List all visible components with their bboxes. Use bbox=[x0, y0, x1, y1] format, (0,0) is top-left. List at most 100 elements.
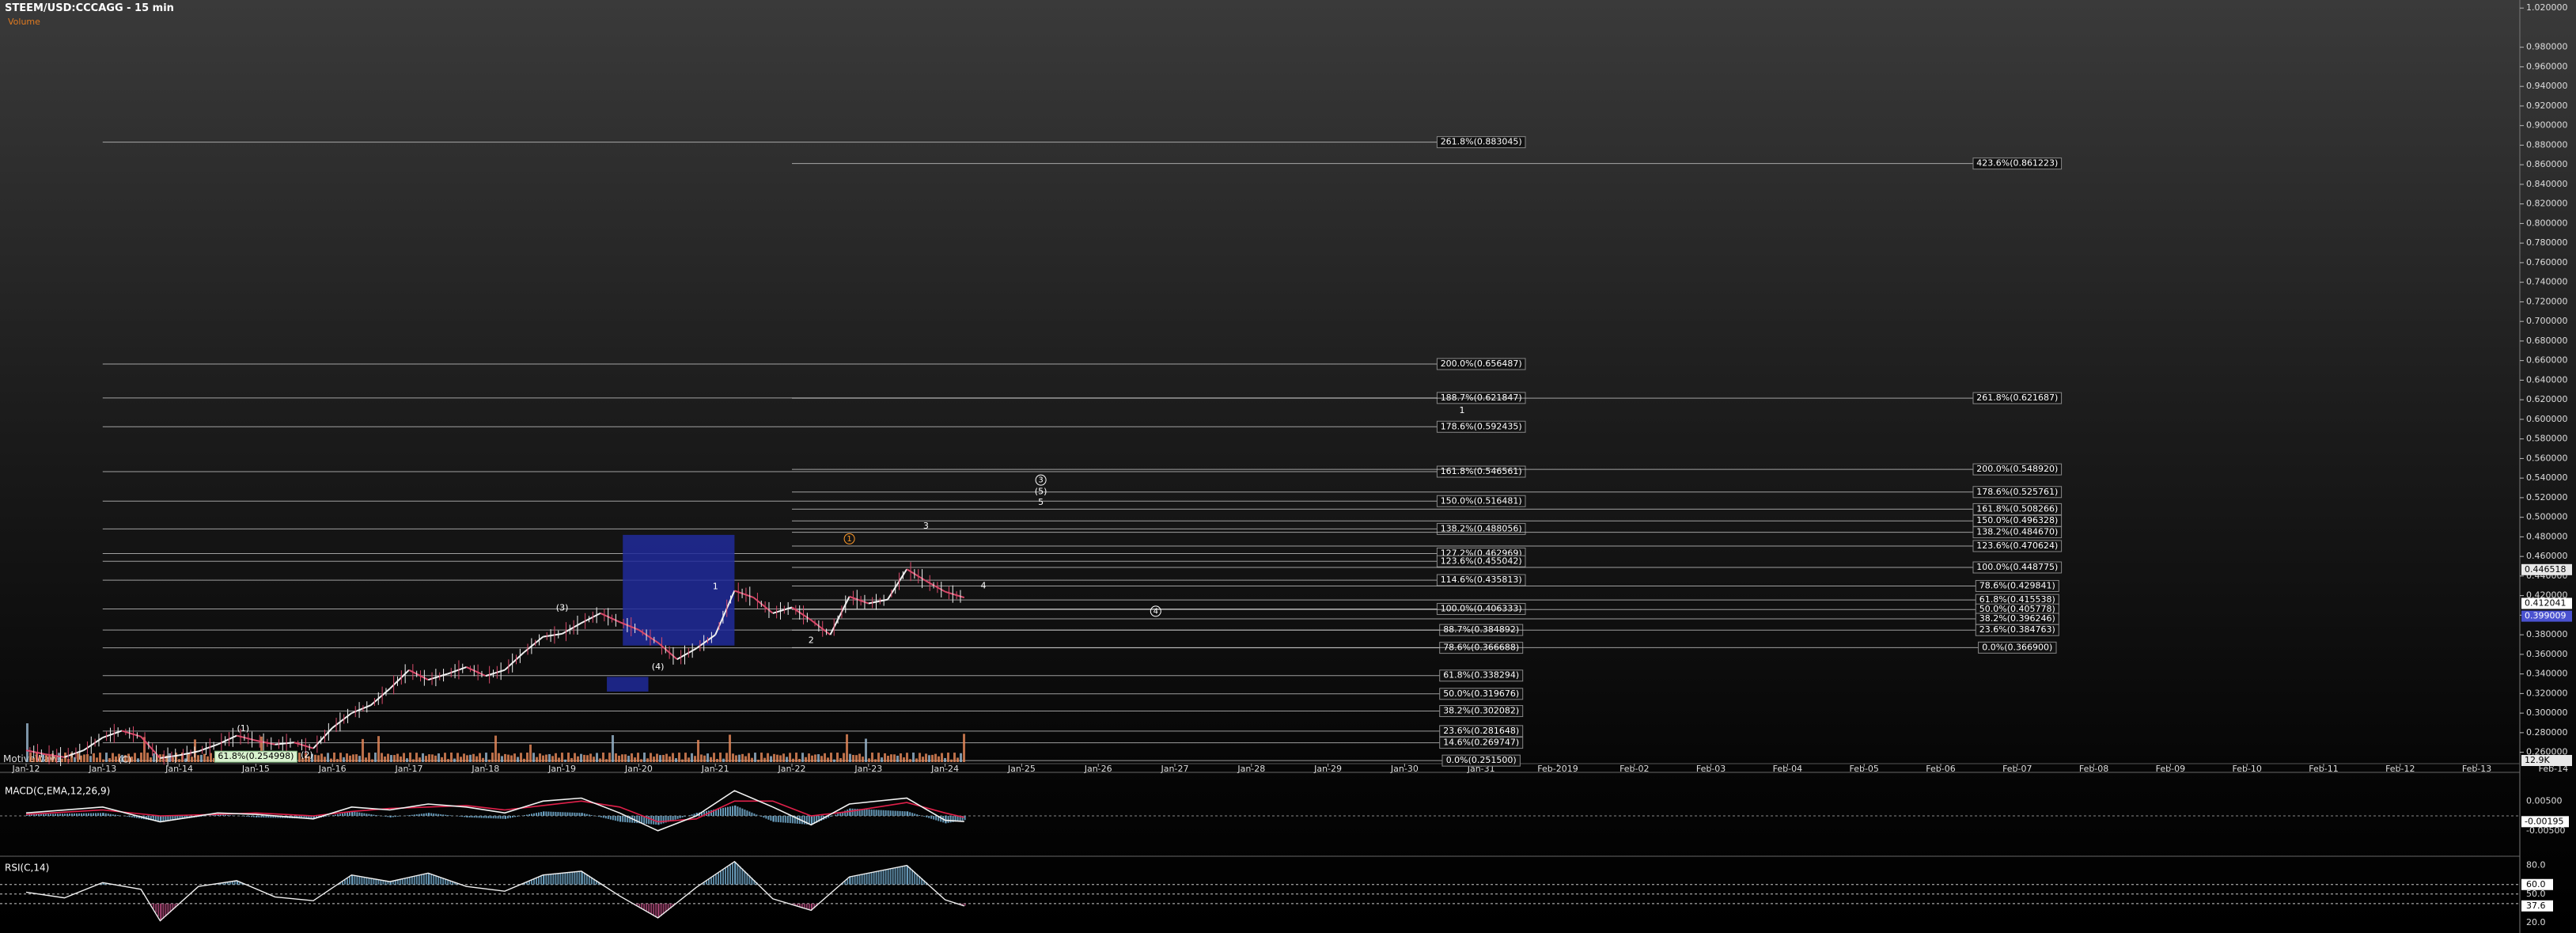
macd-hist-bar bbox=[464, 816, 466, 817]
fib-level-label: 150.0%(0.516481) bbox=[1441, 495, 1522, 506]
volume-bar bbox=[564, 759, 566, 762]
volume-bar bbox=[406, 758, 408, 762]
volume-bar bbox=[773, 753, 775, 762]
macd-hist-bar bbox=[854, 808, 856, 816]
macd-hist-bar bbox=[928, 816, 930, 818]
macd-hist-bar bbox=[536, 813, 537, 816]
volume-bar bbox=[877, 753, 880, 762]
rsi-oversold-fill bbox=[165, 903, 167, 917]
rsi-overbought-fill bbox=[734, 861, 737, 885]
volume-bar bbox=[542, 755, 544, 762]
volume-bar bbox=[469, 754, 472, 762]
macd-hist-bar bbox=[480, 816, 483, 818]
rsi-overbought-fill bbox=[538, 877, 540, 885]
price-tick-label: 0.500000 bbox=[2526, 512, 2568, 522]
volume-bar bbox=[153, 753, 155, 762]
volume-bar bbox=[713, 753, 715, 762]
wave-label: 3 bbox=[1038, 476, 1043, 485]
price-segment bbox=[562, 622, 582, 635]
time-tick-label: Jan-20 bbox=[624, 764, 653, 774]
rsi-overbought-fill bbox=[566, 872, 569, 885]
volume-bar bbox=[640, 759, 642, 762]
rsi-tick-label: 50.0 bbox=[2526, 889, 2546, 899]
macd-hist-bar bbox=[267, 816, 270, 818]
rsi-tick-label: 37.6 bbox=[2526, 901, 2546, 911]
volume-bar bbox=[858, 753, 861, 762]
macd-hist-bar bbox=[756, 814, 758, 816]
time-tick-label: Feb-12 bbox=[2385, 764, 2415, 774]
volume-bar bbox=[716, 759, 718, 762]
volume-bar bbox=[757, 759, 760, 762]
chart-canvas[interactable]: 1.020000 0.980000 0.960000 0.940000 0.920000… bbox=[0, 0, 2576, 933]
time-tick-label: Jan-25 bbox=[1007, 764, 1036, 774]
macd-hist-bar bbox=[66, 814, 68, 816]
rsi-fill bbox=[100, 861, 966, 921]
rsi-overbought-fill bbox=[856, 875, 858, 885]
rsi-overbought-fill bbox=[718, 873, 719, 885]
price-segment bbox=[772, 606, 793, 614]
macd-hist-bar bbox=[744, 809, 746, 816]
volume-bar bbox=[507, 754, 510, 762]
volume-bar bbox=[463, 753, 465, 762]
macd-hist-bar bbox=[514, 816, 516, 817]
volume-bar bbox=[900, 753, 902, 762]
rsi-overbought-fill bbox=[578, 871, 581, 885]
volume-bar bbox=[684, 753, 687, 762]
rsi-oversold-fill bbox=[805, 903, 808, 909]
macd-hist-bar bbox=[461, 816, 464, 817]
volume-bar bbox=[513, 753, 516, 762]
macd-hist-bar bbox=[375, 815, 377, 816]
price-segment bbox=[83, 737, 104, 751]
macd-hist-bar bbox=[784, 816, 786, 823]
rsi-overbought-fill bbox=[401, 878, 403, 885]
macd-hist-bar bbox=[253, 816, 255, 817]
macd-hist-bar bbox=[415, 814, 418, 816]
volume-bar bbox=[96, 757, 98, 762]
wave-label: (2) bbox=[301, 749, 313, 760]
macd-hist-bar bbox=[588, 814, 590, 816]
price-segment bbox=[543, 632, 563, 638]
rsi-overbought-fill bbox=[866, 873, 868, 885]
volume-bar bbox=[504, 753, 506, 762]
macd-hist-bar bbox=[248, 816, 250, 817]
rsi-overbought-fill bbox=[408, 877, 411, 885]
macd-hist-bar bbox=[559, 812, 562, 816]
volume-bar bbox=[438, 753, 440, 762]
rsi-overbought-fill bbox=[399, 879, 401, 885]
macd-hist-bar bbox=[363, 813, 366, 816]
volume-bar bbox=[631, 753, 633, 762]
macd-hist-bar bbox=[786, 816, 789, 823]
macd-hist-bar bbox=[256, 816, 258, 817]
macd-hist-bar bbox=[468, 816, 471, 817]
macd-hist-bar bbox=[505, 816, 506, 819]
rsi-overbought-fill bbox=[911, 870, 914, 885]
price-segment bbox=[198, 743, 218, 753]
rsi-overbought-fill bbox=[233, 881, 236, 885]
volume-bar bbox=[735, 755, 737, 762]
macd-hist-bar bbox=[531, 814, 532, 816]
volume-bar bbox=[105, 753, 108, 762]
fib-level-label: 423.6%(0.861223) bbox=[1976, 158, 2058, 169]
time-tick-label: Jan-27 bbox=[1161, 764, 1189, 774]
macd-hist-bar bbox=[770, 816, 772, 821]
price-tick-label: 0.600000 bbox=[2526, 414, 2568, 424]
rsi-overbought-fill bbox=[713, 876, 714, 885]
macd-hist-bar bbox=[765, 816, 767, 819]
macd-hist-bar bbox=[50, 814, 51, 816]
macd-hist-bar bbox=[945, 816, 947, 824]
macd-hist-bar bbox=[263, 816, 265, 818]
volume-bar bbox=[681, 759, 684, 762]
price-segment bbox=[102, 730, 123, 739]
volume-bar bbox=[409, 753, 411, 762]
volume-bar bbox=[893, 754, 896, 762]
price-tick-label: 0.480000 bbox=[2526, 531, 2568, 541]
price-segment bbox=[121, 730, 142, 738]
volume-bar bbox=[444, 753, 446, 762]
macd-hist-bar bbox=[394, 816, 396, 817]
volume-bar bbox=[836, 753, 839, 762]
volume-bar bbox=[577, 756, 579, 762]
rsi-overbought-fill bbox=[569, 872, 571, 885]
rsi-oversold-fill bbox=[160, 903, 162, 921]
volume-bar bbox=[89, 756, 92, 762]
macd-hist-bar bbox=[552, 811, 555, 816]
